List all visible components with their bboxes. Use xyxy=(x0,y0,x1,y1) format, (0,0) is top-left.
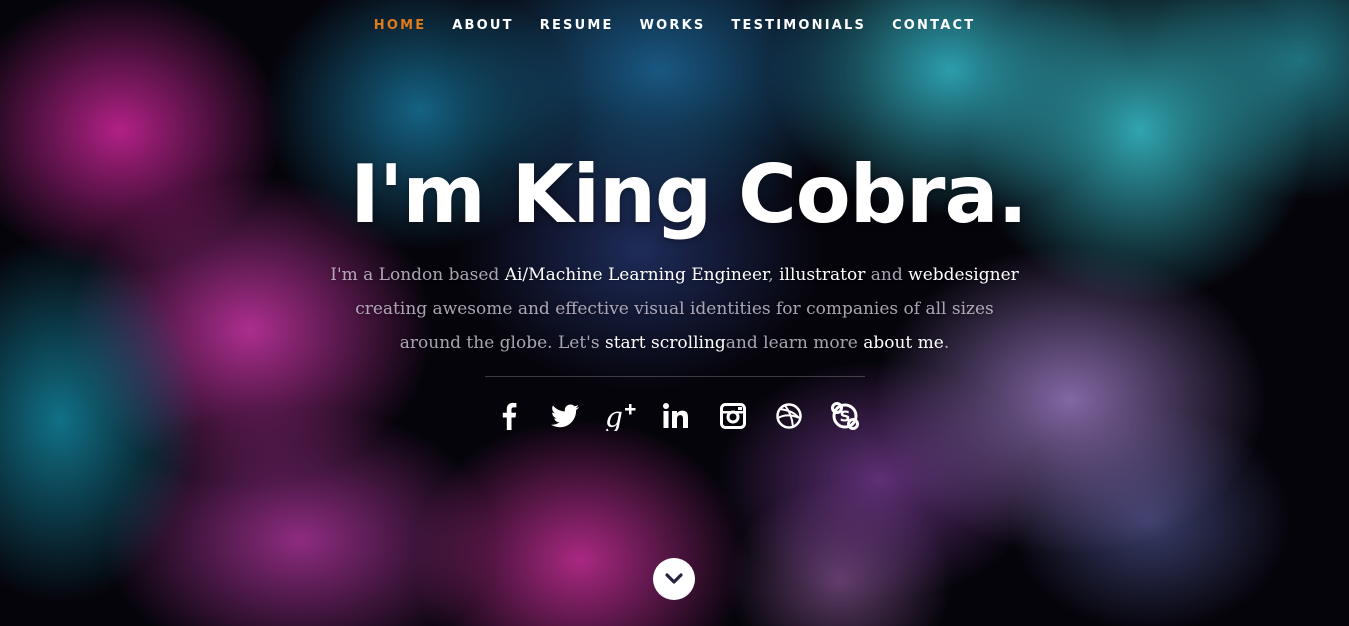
intro-highlight-illustrator: illustrator xyxy=(779,265,866,285)
facebook-icon xyxy=(502,402,516,430)
instagram-icon xyxy=(719,403,746,429)
intro-highlight-role: Ai/Machine Learning Engineer xyxy=(504,265,769,285)
headline: I'm King Cobra. xyxy=(350,148,1028,241)
intro-text-part: and xyxy=(865,265,909,285)
twitter-icon xyxy=(550,404,579,428)
google-plus-icon: g xyxy=(605,401,635,431)
intro-text-part: . xyxy=(943,333,950,353)
instagram-link[interactable] xyxy=(716,399,750,433)
skype-icon: S xyxy=(830,402,859,430)
main-nav: Home About Resume Works Testimonials Con… xyxy=(0,16,1349,34)
nav-item-about[interactable]: About xyxy=(452,18,513,33)
nav-list: Home About Resume Works Testimonials Con… xyxy=(361,16,989,34)
intro-text-part: and learn more xyxy=(725,333,864,353)
dribbble-link[interactable] xyxy=(772,399,806,433)
nav-item-testimonials[interactable]: Testimonials xyxy=(731,18,866,33)
skype-link[interactable]: S xyxy=(828,399,862,433)
divider xyxy=(484,376,865,377)
intro-text-part: , xyxy=(768,265,780,285)
chevron-down-icon xyxy=(665,573,683,584)
social-links: g S xyxy=(488,399,862,433)
twitter-link[interactable] xyxy=(548,399,582,433)
nav-item-home[interactable]: Home xyxy=(374,18,427,33)
scroll-down-button[interactable] xyxy=(653,558,695,600)
linkedin-icon xyxy=(662,403,688,428)
dribbble-icon xyxy=(775,403,802,429)
nav-item-resume[interactable]: Resume xyxy=(540,18,614,33)
svg-text:g: g xyxy=(605,401,623,431)
svg-text:S: S xyxy=(839,408,850,426)
intro-text-part: I'm a London based xyxy=(330,265,505,285)
nav-item-works[interactable]: Works xyxy=(640,18,706,33)
google-plus-link[interactable]: g xyxy=(604,399,638,433)
intro-text: I'm a London based Ai/Machine Learning E… xyxy=(325,258,1025,360)
linkedin-link[interactable] xyxy=(660,399,694,433)
intro-highlight-webdesigner: webdesigner xyxy=(908,265,1019,285)
facebook-link[interactable] xyxy=(492,399,526,433)
about-me-link[interactable]: about me xyxy=(863,333,944,353)
nav-item-contact[interactable]: Contact xyxy=(892,18,975,33)
home-hero: Home About Resume Works Testimonials Con… xyxy=(0,0,1349,626)
start-scrolling-link[interactable]: start scrolling xyxy=(605,333,726,353)
banner: I'm King Cobra. I'm a London based Ai/Ma… xyxy=(0,140,1349,435)
